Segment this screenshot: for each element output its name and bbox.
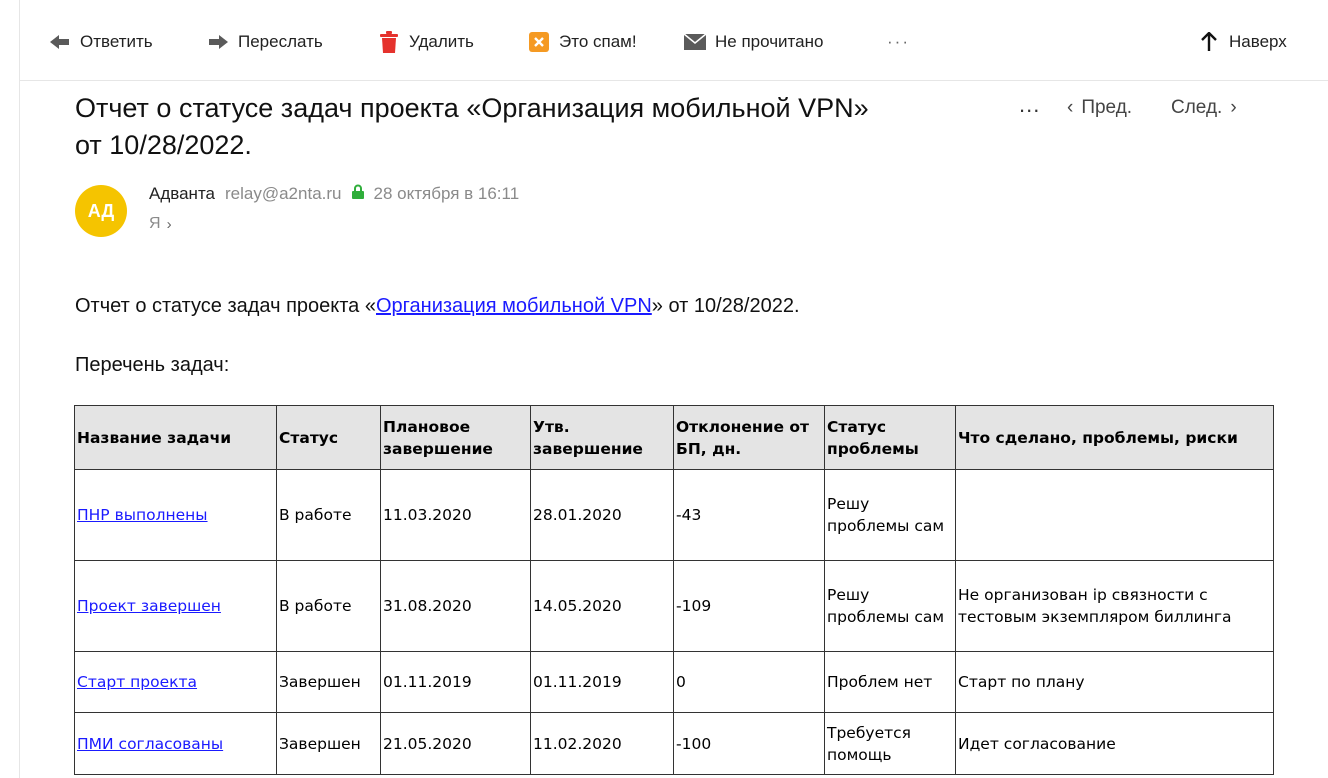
approved-finish-cell: 01.11.2019 — [530, 651, 674, 713]
sender-name[interactable]: Адванта — [149, 184, 215, 204]
column-header-planned-finish: Плановое завершение — [380, 405, 531, 470]
column-header-task-name: Название задачи — [74, 405, 277, 470]
chevron-right-icon: › — [1230, 97, 1237, 118]
table-row: ПМИ согласованы Завершен 21.05.2020 11.0… — [74, 712, 1274, 775]
sender-info: Адванта relay@a2nta.ru 28 октября в 16:1… — [149, 184, 519, 204]
prev-label: Пред. — [1081, 97, 1133, 118]
status-cell: В работе — [276, 469, 381, 561]
reply-button[interactable]: Ответить — [48, 30, 153, 54]
sender-email[interactable]: relay@a2nta.ru — [225, 184, 342, 204]
problem-status-cell: Требуется помощь — [824, 712, 956, 775]
chevron-left-icon: ‹ — [1067, 97, 1074, 118]
approved-finish-cell: 28.01.2020 — [530, 469, 674, 561]
top-label: Наверх — [1229, 32, 1287, 51]
subject-line-1: Отчет о статусе задач проекта «Организац… — [75, 93, 869, 123]
unread-label: Не прочитано — [715, 32, 824, 51]
forward-label: Переслать — [238, 32, 323, 51]
intro-text-before: Отчет о статусе задач проекта « — [75, 295, 376, 317]
task-table: Название задачи Статус Плановое завершен… — [74, 405, 1274, 775]
task-link[interactable]: Старт проекта — [77, 673, 197, 691]
task-name-cell: ПМИ согласованы — [74, 712, 277, 775]
mark-unread-button[interactable]: Не прочитано — [683, 30, 823, 54]
notes-cell — [955, 469, 1274, 561]
more-actions-button[interactable]: ··· — [887, 30, 910, 54]
intro-text-after: » от 10/28/2022. — [651, 295, 800, 317]
deviation-cell: -109 — [673, 560, 825, 652]
deviation-cell: -43 — [673, 469, 825, 561]
task-name-cell: ПНР выполнены — [74, 469, 277, 561]
problem-status-cell: Решу проблемы сам — [824, 469, 956, 561]
table-row: Проект завершен В работе 31.08.2020 14.0… — [74, 560, 1274, 652]
spam-button[interactable]: Это спам! — [527, 30, 637, 54]
recipient-toggle[interactable]: Я › — [149, 215, 172, 233]
column-header-notes: Что сделано, проблемы, риски — [955, 405, 1274, 470]
delete-label: Удалить — [409, 32, 474, 51]
subject-expand-button[interactable]: ... — [1019, 92, 1040, 118]
lock-icon — [351, 184, 364, 204]
column-header-status: Статус — [276, 405, 381, 470]
recipient-label: Я — [149, 215, 161, 232]
spam-label: Это спам! — [559, 32, 637, 51]
sender-avatar[interactable]: АД — [75, 185, 127, 237]
problem-status-cell: Решу проблемы сам — [824, 560, 956, 652]
status-cell: Завершен — [276, 712, 381, 775]
notes-cell: Старт по плану — [955, 651, 1274, 713]
table-row: Старт проекта Завершен 01.11.2019 01.11.… — [74, 651, 1274, 713]
arrow-up-icon — [1197, 30, 1221, 54]
planned-finish-cell: 21.05.2020 — [380, 712, 531, 775]
email-viewer: Ответить Переслать Удалить Это спам! Не … — [19, 0, 1328, 778]
notes-cell: Идет согласование — [955, 712, 1274, 775]
status-cell: В работе — [276, 560, 381, 652]
column-header-deviation: Отклонение от БП, дн. — [673, 405, 825, 470]
planned-finish-cell: 31.08.2020 — [380, 560, 531, 652]
email-subject: Отчет о статусе задач проекта «Организац… — [75, 90, 1005, 164]
envelope-icon — [683, 30, 707, 54]
subject-line-2: от 10/28/2022. — [75, 130, 252, 160]
project-link[interactable]: Организация мобильной VPN — [376, 295, 652, 317]
task-link[interactable]: ПНР выполнены — [77, 506, 208, 524]
approved-finish-cell: 14.05.2020 — [530, 560, 674, 652]
notes-cell: Не организован ip связности с тестовым э… — [955, 560, 1274, 652]
column-header-approved-finish: Утв. завершение — [530, 405, 674, 470]
column-header-problem-status: Статус проблемы — [824, 405, 956, 470]
task-link[interactable]: Проект завершен — [77, 597, 221, 615]
forward-button[interactable]: Переслать — [206, 30, 323, 54]
task-name-cell: Старт проекта — [74, 651, 277, 713]
deviation-cell: 0 — [673, 651, 825, 713]
planned-finish-cell: 01.11.2019 — [380, 651, 531, 713]
planned-finish-cell: 11.03.2020 — [380, 469, 531, 561]
deviation-cell: -100 — [673, 712, 825, 775]
forward-arrow-icon — [206, 30, 230, 54]
email-date: 28 октября в 16:11 — [373, 184, 520, 203]
chevron-right-icon: › — [166, 215, 172, 233]
delete-button[interactable]: Удалить — [377, 30, 474, 54]
scroll-top-button[interactable]: Наверх — [1197, 30, 1287, 54]
spam-icon — [527, 30, 551, 54]
email-intro: Отчет о статусе задач проекта «Организац… — [75, 295, 800, 318]
table-header-row: Название задачи Статус Плановое завершен… — [74, 405, 1274, 470]
email-toolbar: Ответить Переслать Удалить Это спам! Не … — [20, 0, 1328, 81]
task-name-cell: Проект завершен — [74, 560, 277, 652]
status-cell: Завершен — [276, 651, 381, 713]
reply-arrow-icon — [48, 30, 72, 54]
problem-status-cell: Проблем нет — [824, 651, 956, 713]
task-list-title: Перечень задач: — [75, 354, 230, 376]
prev-email-button[interactable]: ‹ Пред. — [1067, 97, 1132, 119]
table-row: ПНР выполнены В работе 11.03.2020 28.01.… — [74, 469, 1274, 561]
trash-icon — [377, 30, 401, 54]
approved-finish-cell: 11.02.2020 — [530, 712, 674, 775]
task-link[interactable]: ПМИ согласованы — [77, 735, 223, 753]
next-email-button[interactable]: След. › — [1171, 97, 1237, 119]
next-label: След. — [1171, 97, 1223, 118]
reply-label: Ответить — [80, 32, 153, 51]
